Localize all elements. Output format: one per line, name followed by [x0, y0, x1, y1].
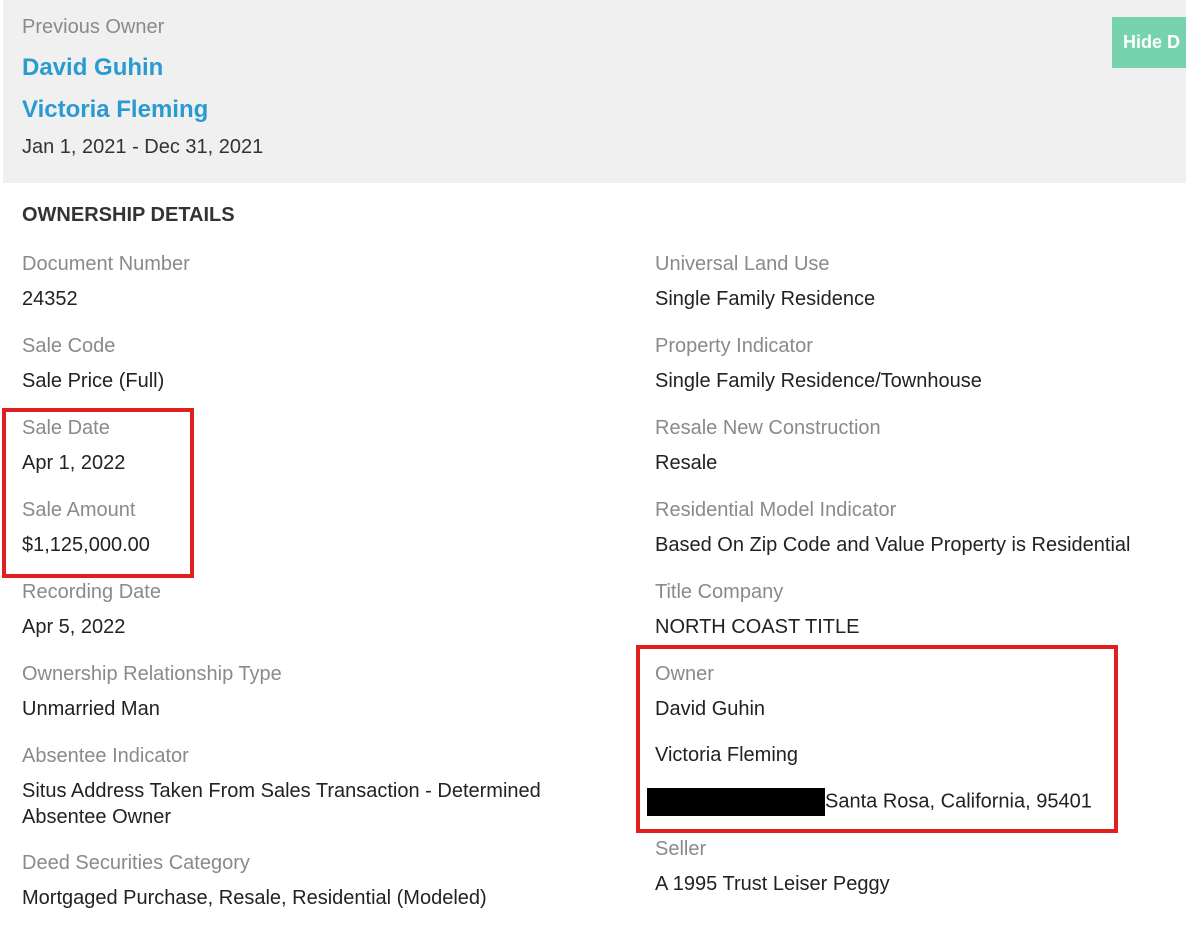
previous-owner-date-range: Jan 1, 2021 - Dec 31, 2021 [22, 136, 264, 158]
field-property-indicator: Property Indicator Single Family Residen… [655, 334, 982, 394]
field-label: Sale Date [22, 417, 110, 439]
field-sale-amount: Sale Amount $1,125,000.00 [22, 498, 150, 558]
field-label: Deed Securities Category [22, 852, 250, 874]
field-label: Universal Land Use [655, 253, 830, 275]
field-label: Resale New Construction [655, 417, 881, 439]
hide-details-button[interactable]: Hide D [1112, 17, 1186, 68]
field-value: Apr 1, 2022 [22, 452, 126, 474]
field-ownership-relationship-type: Ownership Relationship Type Unmarried Ma… [22, 662, 282, 722]
field-label: Seller [655, 838, 707, 860]
field-value: Based On Zip Code and Value Property is … [655, 534, 1131, 556]
field-document-number: Document Number 24352 [22, 252, 190, 312]
field-value: Single Family Residence/Townhouse [655, 370, 982, 392]
owner-address-text: Santa Rosa, California, 95401 [825, 790, 1092, 813]
field-label: Recording Date [22, 581, 161, 603]
ownership-page: Previous Owner David Guhin Victoria Flem… [0, 0, 1186, 943]
field-residential-model-indicator: Residential Model Indicator Based On Zip… [655, 498, 1130, 558]
field-label: Sale Amount [22, 499, 136, 521]
field-value: Resale [655, 452, 718, 474]
owner-name-2: Victoria Fleming [655, 744, 799, 766]
redaction-bar [647, 788, 825, 816]
previous-owner-link-2[interactable]: Victoria Fleming [22, 96, 208, 124]
field-recording-date: Recording Date Apr 5, 2022 [22, 580, 161, 640]
field-value: Apr 5, 2022 [22, 616, 126, 638]
field-label: Document Number [22, 253, 190, 275]
field-value: 24352 [22, 288, 78, 310]
field-deed-securities-category: Deed Securities Category Mortgaged Purch… [22, 851, 487, 911]
field-label: Property Indicator [655, 335, 813, 357]
field-label: Owner [655, 663, 714, 685]
field-sale-date: Sale Date Apr 1, 2022 [22, 416, 125, 476]
previous-owner-label: Previous Owner [22, 16, 165, 38]
field-label: Absentee Indicator [22, 745, 189, 767]
field-owner: Owner David Guhin Victoria Fleming Santa… [647, 662, 1092, 816]
field-value: Mortgaged Purchase, Resale, Residential … [22, 887, 487, 909]
previous-owner-panel: Previous Owner David Guhin Victoria Flem… [3, 0, 1186, 183]
field-label: Residential Model Indicator [655, 499, 897, 521]
field-label: Sale Code [22, 335, 116, 357]
field-resale-new-construction: Resale New Construction Resale [655, 416, 881, 476]
field-sale-code: Sale Code Sale Price (Full) [22, 334, 164, 394]
field-title-company: Title Company NORTH COAST TITLE [655, 580, 859, 640]
field-label: Title Company [655, 581, 784, 603]
field-value: NORTH COAST TITLE [655, 616, 860, 638]
field-value: $1,125,000.00 [22, 534, 150, 556]
field-value: Single Family Residence [655, 288, 876, 310]
field-absentee-indicator: Absentee Indicator Situs Address Taken F… [22, 744, 582, 830]
field-value: Sale Price (Full) [22, 370, 165, 392]
field-value: Unmarried Man [22, 698, 160, 720]
section-title: OWNERSHIP DETAILS [22, 204, 235, 226]
field-universal-land-use: Universal Land Use Single Family Residen… [655, 252, 875, 312]
owner-name-1: David Guhin [655, 698, 766, 720]
owner-address: Santa Rosa, California, 95401 [647, 788, 1092, 816]
field-label: Ownership Relationship Type [22, 663, 282, 685]
field-value: A 1995 Trust Leiser Peggy [655, 873, 890, 895]
field-value: Situs Address Taken From Sales Transacti… [22, 780, 541, 828]
field-seller: Seller A 1995 Trust Leiser Peggy [655, 837, 890, 897]
previous-owner-link-1[interactable]: David Guhin [22, 54, 163, 82]
